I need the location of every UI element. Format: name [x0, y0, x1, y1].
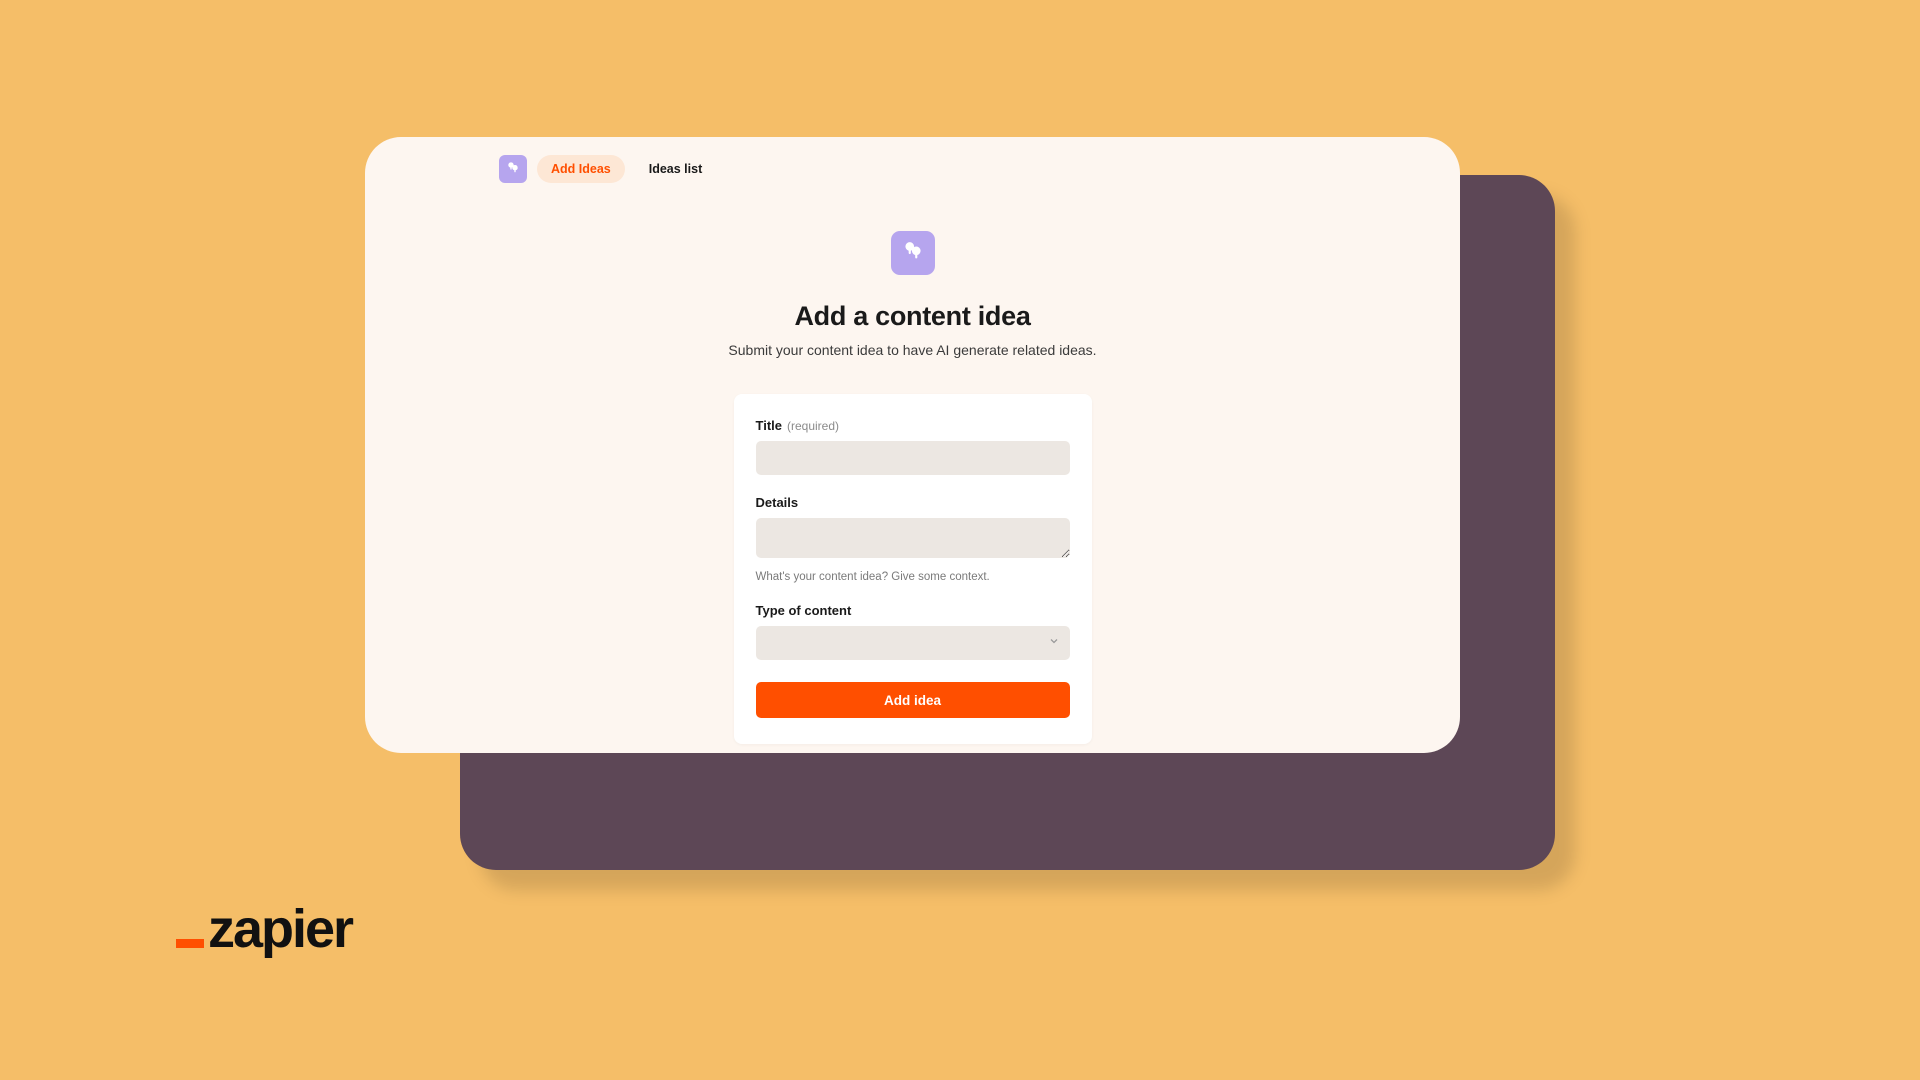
brand-name: zapier	[208, 905, 352, 954]
type-label: Type of content	[756, 603, 852, 618]
app-logo-icon	[499, 155, 527, 183]
add-idea-button[interactable]: Add idea	[756, 682, 1070, 718]
form-card: Title (required) Details What's your con…	[734, 394, 1092, 744]
details-textarea[interactable]	[756, 518, 1070, 558]
hero: Add a content idea Submit your content i…	[365, 231, 1460, 358]
field-title: Title (required)	[756, 418, 1070, 475]
title-label: Title	[756, 418, 783, 433]
page-title: Add a content idea	[794, 301, 1030, 332]
page-subtitle: Submit your content idea to have AI gene…	[728, 342, 1096, 358]
brand-logo: zapier	[176, 905, 352, 954]
title-input[interactable]	[756, 441, 1070, 475]
field-type: Type of content	[756, 603, 1070, 660]
title-required-hint: (required)	[787, 419, 839, 433]
field-details: Details What's your content idea? Give s…	[756, 495, 1070, 583]
tab-add-ideas[interactable]: Add Ideas	[537, 155, 625, 183]
topbar: Add Ideas Ideas list	[365, 137, 1460, 183]
tab-ideas-list[interactable]: Ideas list	[635, 155, 717, 183]
app-card: Add Ideas Ideas list Add a content idea …	[365, 137, 1460, 753]
type-select[interactable]	[756, 626, 1070, 660]
brand-underscore-icon	[176, 939, 204, 948]
details-help-text: What's your content idea? Give some cont…	[756, 571, 1070, 583]
hero-logo-icon	[891, 231, 935, 275]
details-label: Details	[756, 495, 799, 510]
